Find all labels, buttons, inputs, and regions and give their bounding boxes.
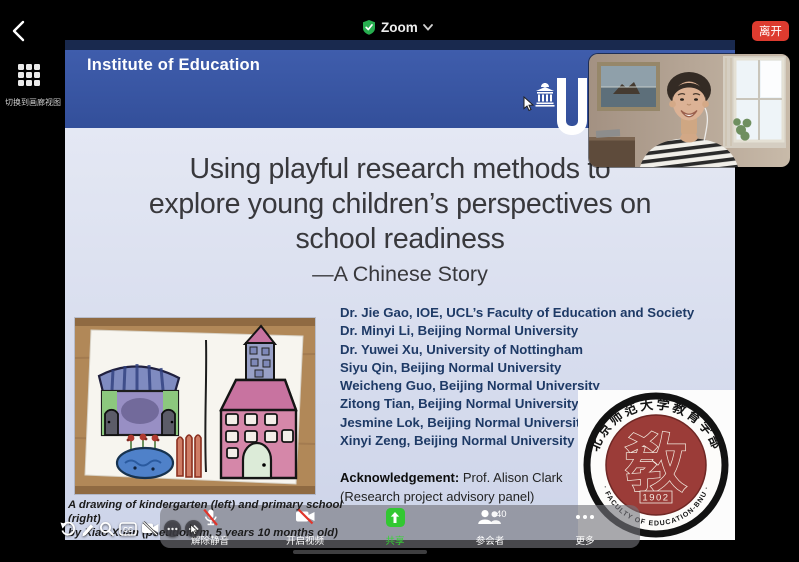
mouse-cursor-small <box>190 524 199 536</box>
share-screen-label: 共享 <box>385 537 404 547</box>
child-drawing-photo <box>75 318 315 494</box>
share-screen-icon <box>386 508 405 527</box>
chevron-left-icon <box>10 20 30 42</box>
slide-title: Using playful research methods to explor… <box>65 152 735 287</box>
unmute-label: 解除静音 <box>191 537 229 547</box>
seal-glyph: 敎 <box>625 430 687 499</box>
acknowledgement: Acknowledgement: Prof. Alison Clark (Res… <box>340 468 563 506</box>
participants-count: 40 <box>496 509 507 520</box>
magnifier-zoom-icon[interactable] <box>99 521 115 537</box>
leave-meeting-button[interactable]: 离开 <box>752 21 789 41</box>
meeting-toolbar: 解除静音 开启视频 共享 <box>160 505 640 548</box>
gallery-view-label[interactable]: 切换到画廊视图 <box>0 97 66 108</box>
meeting-title-menu[interactable]: Zoom <box>362 20 433 35</box>
zoom-meeting-screen: Zoom 离开 切换到画廊视图 Institute of Education <box>0 0 799 562</box>
start-video-button[interactable]: 开启视频 <box>270 508 340 547</box>
mouse-cursor <box>523 96 535 112</box>
ucl-logo-partial-u <box>557 78 587 135</box>
seal-year: 1902 <box>642 493 669 504</box>
start-video-label: 开启视频 <box>286 537 324 547</box>
pencil-annotate-icon[interactable] <box>80 521 95 537</box>
chevron-down-icon <box>423 24 433 31</box>
back-button[interactable] <box>10 20 30 42</box>
more-dots-icon <box>574 508 596 526</box>
app-title: Zoom <box>381 20 418 35</box>
acknowledgement-label: Acknowledgement: <box>340 470 459 485</box>
participants-button[interactable]: 40 参会者 <box>455 508 525 547</box>
participant-video-thumbnail[interactable] <box>589 54 790 167</box>
more-button[interactable]: 更多 <box>550 508 620 547</box>
slide-top-strip <box>65 40 735 50</box>
ucl-portico-icon <box>533 83 557 107</box>
camera-off-icon <box>295 508 316 525</box>
author-line: Dr. Minyi Li, Beijing Normal University <box>340 322 694 340</box>
author-line: Dr. Yuwei Xu, University of Nottingham <box>340 341 694 359</box>
acknowledgement-text-2: (Research project advisory panel) <box>340 487 563 506</box>
institute-name: Institute of Education <box>87 56 260 75</box>
participants-label: 参会者 <box>476 537 505 547</box>
microphone-muted-icon <box>201 508 220 527</box>
participant-video-feed <box>589 54 790 167</box>
author-line: Siyu Qin, Beijing Normal University <box>340 359 694 377</box>
security-shield-icon <box>362 20 376 35</box>
annotation-toolbar: CC <box>60 520 202 537</box>
video-off-small-icon[interactable] <box>141 521 160 536</box>
title-line-2: explore young children’s perspectives on <box>65 187 735 222</box>
gallery-view-icon[interactable] <box>18 64 40 86</box>
slide-subtitle: —A Chinese Story <box>65 262 735 287</box>
author-line: Dr. Jie Gao, IOE, UCL’s Faculty of Educa… <box>340 304 694 322</box>
undo-icon[interactable] <box>60 521 76 537</box>
acknowledgement-text: Prof. Alison Clark <box>463 470 563 485</box>
cc-text: CC <box>123 527 133 534</box>
title-line-3: school readiness <box>65 222 735 257</box>
more-dots-small-icon <box>167 527 178 531</box>
more-label: 更多 <box>575 537 594 547</box>
share-screen-button[interactable]: 共享 <box>360 508 430 547</box>
home-indicator[interactable] <box>293 550 427 554</box>
closed-captions-icon[interactable]: CC <box>119 522 137 536</box>
annotation-more-button[interactable] <box>164 520 181 537</box>
